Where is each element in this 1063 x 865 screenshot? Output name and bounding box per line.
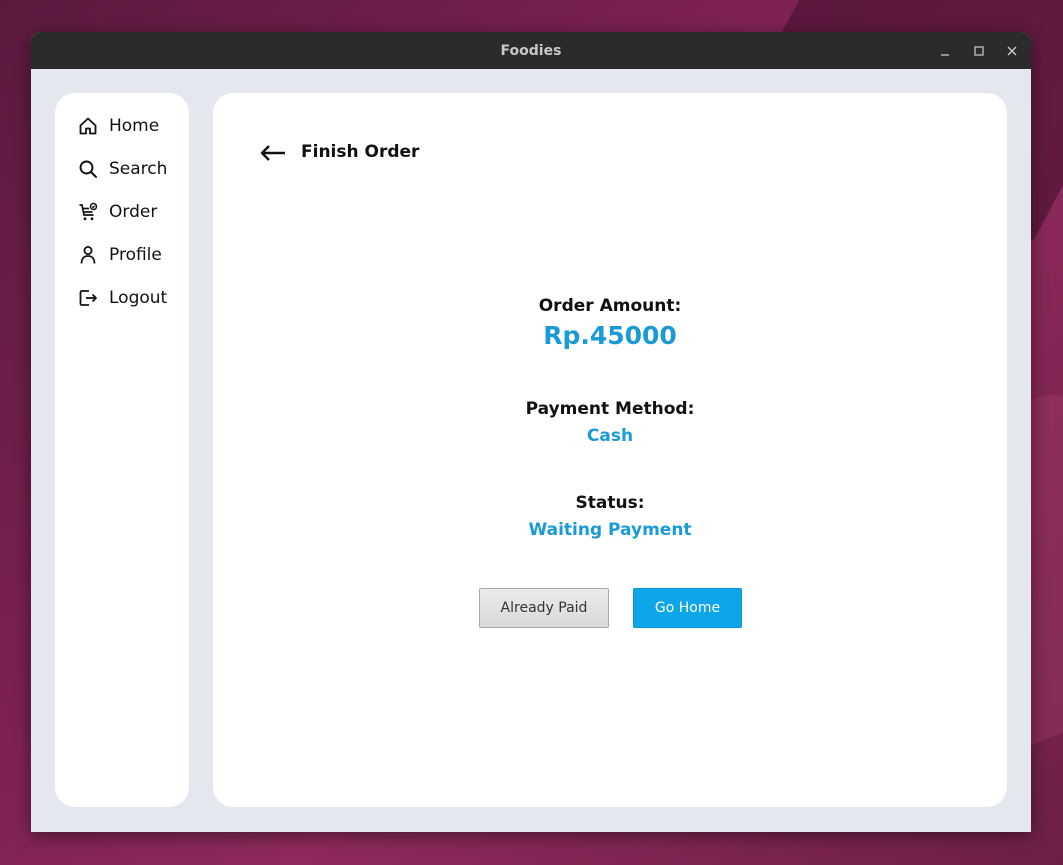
- order-amount-value: Rp.45000: [543, 321, 677, 350]
- back-button[interactable]: [259, 143, 289, 163]
- sidebar-item-search[interactable]: Search: [78, 157, 167, 181]
- sidebar-item-profile[interactable]: Profile: [78, 243, 162, 267]
- status-value: Waiting Payment: [528, 520, 692, 540]
- sidebar-item-order[interactable]: Order: [78, 200, 157, 224]
- payment-method-label: Payment Method:: [525, 399, 695, 419]
- go-home-button[interactable]: Go Home: [633, 588, 742, 628]
- arrow-left-icon: [260, 145, 285, 161]
- maximize-button[interactable]: [962, 32, 996, 69]
- search-icon: [78, 159, 98, 179]
- app-window: Foodies Home Search Order Profile Logout…: [31, 32, 1031, 832]
- maximize-icon: [974, 45, 984, 56]
- payment-method-value: Cash: [586, 426, 634, 446]
- logout-icon: [78, 288, 98, 308]
- user-icon: [78, 245, 98, 265]
- minimize-icon: [941, 53, 949, 56]
- home-icon: [78, 116, 98, 136]
- order-amount-label: Order Amount:: [538, 296, 682, 316]
- status-label: Status:: [575, 493, 645, 513]
- minimize-button[interactable]: [928, 32, 962, 69]
- sidebar-item-logout[interactable]: Logout: [78, 286, 167, 310]
- sidebar-item-label: Profile: [109, 245, 162, 265]
- sidebar-item-home[interactable]: Home: [78, 114, 159, 138]
- close-icon: [1007, 46, 1017, 55]
- already-paid-button[interactable]: Already Paid: [479, 588, 609, 628]
- close-button[interactable]: [995, 32, 1029, 69]
- window-title: Foodies: [500, 42, 562, 59]
- main-panel: Finish Order Order Amount: Rp.45000 Paym…: [213, 93, 1007, 807]
- sidebar-item-label: Home: [109, 116, 160, 136]
- cart-icon: [78, 202, 98, 222]
- page-title: Finish Order: [301, 142, 420, 162]
- title-bar: Foodies: [31, 32, 1031, 69]
- sidebar-item-label: Order: [109, 202, 158, 222]
- sidebar-item-label: Search: [109, 159, 168, 179]
- sidebar: Home Search Order Profile Logout: [55, 93, 189, 807]
- sidebar-item-label: Logout: [109, 288, 168, 308]
